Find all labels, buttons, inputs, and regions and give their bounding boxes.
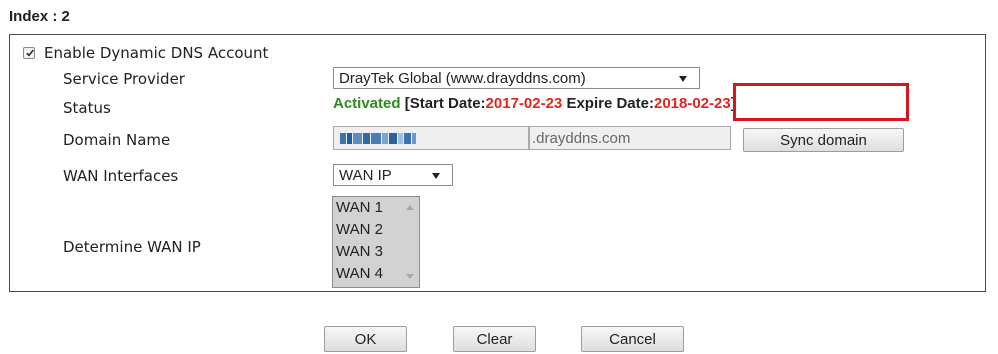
domain-name-label: Domain Name <box>63 131 171 149</box>
expire-date-prefix: Expire Date: <box>562 95 654 112</box>
status-activated: Activated <box>333 95 401 112</box>
status-value: Activated [Start Date:2017-02-23 Expire … <box>333 95 736 112</box>
wan-interfaces-select[interactable]: WAN IP <box>333 164 453 186</box>
service-provider-select[interactable]: DrayTek Global (www.drayddns.com) <box>333 67 700 89</box>
domain-suffix-value: .drayddns.com <box>532 129 631 147</box>
chevron-down-icon <box>679 76 687 82</box>
wan-interfaces-value: WAN IP <box>339 166 392 184</box>
enable-ddns-checkbox[interactable] <box>23 47 35 59</box>
checkmark-icon <box>26 49 34 57</box>
cancel-button[interactable]: Cancel <box>581 326 684 352</box>
start-date: 2017-02-23 <box>485 95 563 112</box>
service-provider-label: Service Provider <box>63 70 185 88</box>
domain-name-input[interactable] <box>333 126 529 150</box>
sync-domain-highlight <box>733 83 909 121</box>
scroll-up-arrow-icon[interactable] <box>406 205 414 210</box>
determine-wan-ip-listbox[interactable]: WAN 1 WAN 2 WAN 3 WAN 4 <box>332 196 420 288</box>
ok-button[interactable]: OK <box>324 326 407 352</box>
expire-date: 2018-02-23 <box>653 95 731 112</box>
redacted-domain-text <box>340 132 416 144</box>
status-label: Status <box>63 99 111 117</box>
enable-ddns-label: Enable Dynamic DNS Account <box>44 44 269 62</box>
enable-ddns-row[interactable]: Enable Dynamic DNS Account <box>23 42 268 64</box>
ddns-account-panel: Enable Dynamic DNS Account Service Provi… <box>9 34 986 292</box>
scroll-down-arrow-icon[interactable] <box>406 274 414 279</box>
domain-suffix-field: .drayddns.com <box>529 126 731 150</box>
sync-domain-button[interactable]: Sync domain <box>743 128 904 152</box>
listbox-scrollbar[interactable] <box>401 197 419 287</box>
index-title: Index : 2 <box>9 8 70 25</box>
service-provider-value: DrayTek Global (www.drayddns.com) <box>339 69 586 87</box>
wan-interfaces-label: WAN Interfaces <box>63 167 179 185</box>
chevron-down-icon <box>432 173 440 179</box>
clear-button[interactable]: Clear <box>453 326 536 352</box>
determine-wan-ip-label: Determine WAN IP <box>63 238 201 256</box>
start-date-prefix: [Start Date: <box>400 95 486 112</box>
